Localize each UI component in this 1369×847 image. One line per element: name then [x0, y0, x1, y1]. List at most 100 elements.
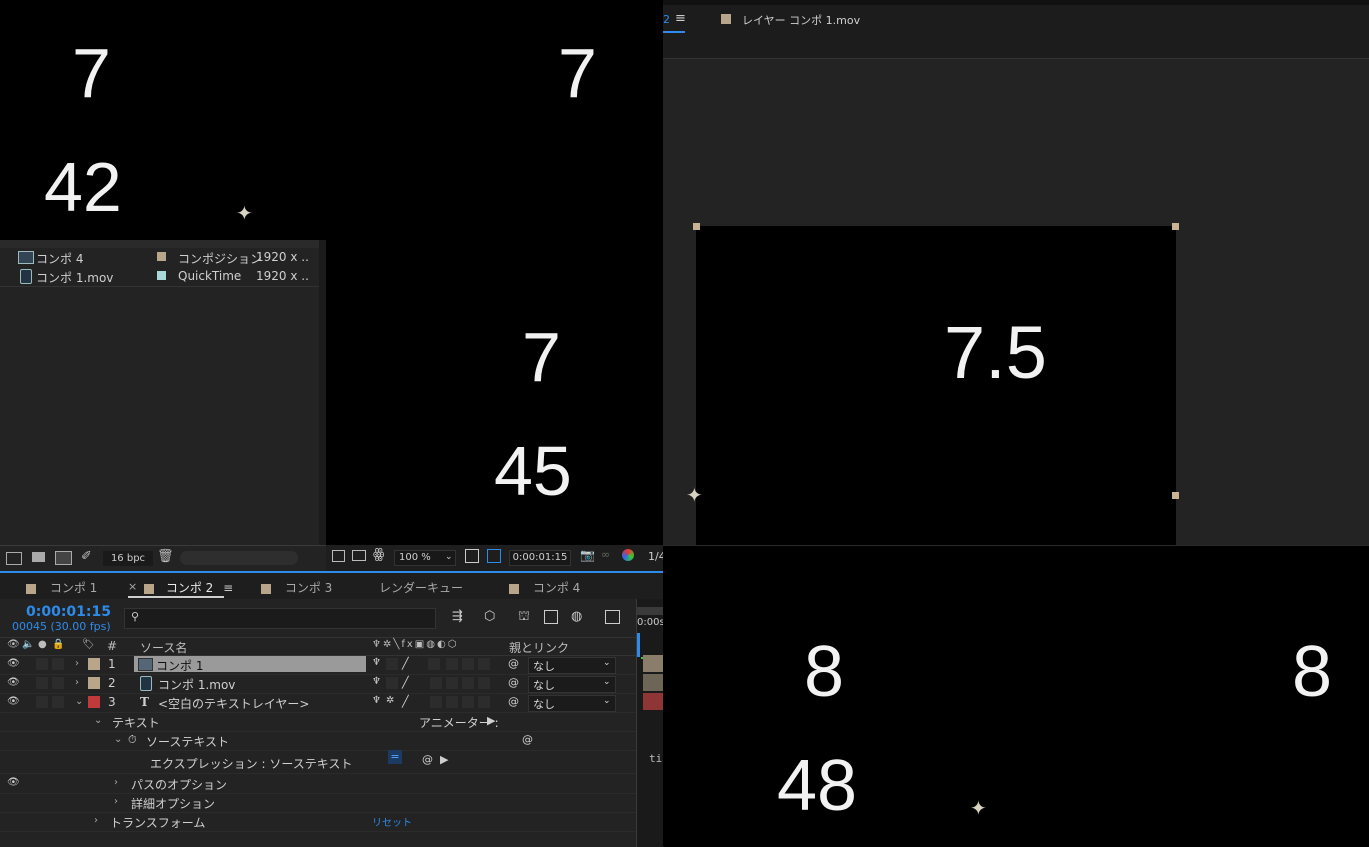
frame-blending-icon[interactable] [544, 610, 558, 624]
tab-render-queue[interactable]: レンダーキュー [379, 579, 463, 596]
play-circle-icon[interactable]: ▶ [487, 714, 495, 727]
horizontal-scrollbar[interactable] [180, 551, 298, 565]
anchor-point-icon[interactable]: ✦ [236, 203, 253, 223]
hamburger-menu-icon[interactable]: ≡ [675, 11, 686, 26]
layer-row[interactable]: 👁 › 2 コンポ 1.mov ♆ ╱ @ なし ⌄ [0, 674, 636, 694]
bit-depth-button[interactable]: 16 bpc [103, 551, 153, 566]
layer-handle-icon[interactable] [1172, 492, 1179, 499]
parent-dropdown[interactable]: なし ⌄ [528, 695, 616, 712]
label-color-swatch[interactable] [88, 658, 100, 670]
collapse-switch-icon[interactable]: ✲ [386, 695, 394, 706]
chevron-right-icon[interactable]: › [75, 658, 79, 669]
shy-switch-icon[interactable]: ♆ [372, 657, 381, 668]
tab-layer-comp-mov[interactable]: レイヤー コンポ 1.mov [742, 12, 860, 28]
label-color-swatch[interactable] [88, 696, 100, 708]
lock-icon[interactable]: 🔒 [52, 639, 64, 650]
shy-layers-icon[interactable]: ⛫ [518, 609, 530, 626]
label-color-swatch[interactable] [88, 677, 100, 689]
playhead[interactable] [637, 633, 640, 657]
quality-switch-icon[interactable]: ╱ [402, 676, 409, 689]
close-icon[interactable]: × [128, 580, 137, 593]
always-preview-icon[interactable] [332, 550, 345, 562]
layer-bar[interactable] [643, 674, 663, 691]
layer-bar[interactable] [643, 693, 663, 710]
work-area-bar[interactable] [637, 607, 663, 615]
project-item[interactable]: コンポ 4 コンポジション 1920 x .. [0, 248, 320, 267]
zoom-dropdown[interactable]: 100 % ⌄ [394, 550, 456, 566]
layer-name[interactable]: コンポ 1 [156, 657, 203, 674]
quality-switch-icon[interactable]: ╱ [402, 695, 409, 708]
brush-icon[interactable]: ✐ [81, 549, 92, 564]
color-channel-icon[interactable] [622, 549, 634, 561]
property-row-more-options[interactable]: › 詳細オプション [0, 793, 636, 813]
eye-icon[interactable]: 👁 [7, 777, 20, 788]
property-row-transform[interactable]: › トランスフォーム リセット [0, 812, 636, 832]
property-row-path-options[interactable]: 👁 › パスのオプション [0, 774, 636, 794]
eye-icon[interactable]: 👁 [7, 639, 20, 650]
new-composition-icon[interactable] [55, 551, 72, 565]
chevron-down-icon[interactable]: ⌄ [114, 734, 122, 745]
layer-row[interactable]: 👁 ⌄ 3 T <空白のテキストレイヤー> ♆ ✲ ╱ @ なし ⌄ [0, 693, 636, 713]
pickwhip-icon[interactable]: @ [508, 695, 519, 708]
hamburger-menu-icon[interactable]: ≡ [223, 581, 233, 595]
property-row-source-text[interactable]: ⌄ ⏱ ソーステキスト @ [0, 731, 636, 751]
pickwhip-icon[interactable]: @ [508, 657, 519, 670]
chevron-right-icon[interactable]: › [114, 796, 118, 807]
scrollbar[interactable] [319, 240, 326, 545]
expression-enable-icon[interactable]: = [388, 750, 402, 764]
project-item[interactable]: コンポ 1.mov QuickTime 1920 x .. [0, 267, 320, 287]
tab-fragment[interactable]: 2 [663, 13, 670, 26]
shy-switch-icon[interactable]: ♆ [372, 676, 381, 687]
eye-icon[interactable]: 👁 [7, 677, 20, 688]
tab-comp-2[interactable]: コンポ 2 ≡ [144, 579, 233, 596]
column-source-name[interactable]: ソース名 [140, 639, 187, 656]
monitor-icon[interactable] [352, 550, 366, 561]
tab-comp-4[interactable]: コンポ 4 [509, 579, 580, 596]
time-graph-area[interactable]: 0:00s ti [636, 599, 665, 847]
eye-icon[interactable]: 👁 [7, 658, 20, 669]
play-circle-icon[interactable]: ▶ [440, 753, 448, 766]
eye-icon[interactable]: 👁 [7, 696, 20, 707]
parent-dropdown[interactable]: なし ⌄ [528, 657, 616, 674]
region-of-interest-icon[interactable] [487, 549, 501, 563]
stopwatch-icon[interactable]: ⏱ [128, 733, 137, 747]
pickwhip-icon[interactable]: @ [522, 733, 533, 746]
layer-name[interactable]: <空白のテキストレイヤー> [158, 695, 309, 712]
pickwhip-icon[interactable]: @ [508, 676, 519, 689]
switches-icons[interactable]: ♆✲╲fx▣◍◐⬡ [372, 639, 458, 650]
chevron-right-icon[interactable]: › [114, 777, 118, 788]
layer-row[interactable]: 👁 › 1 コンポ 1 ♆ ╱ @ なし ⌄ [0, 655, 636, 675]
shy-switch-icon[interactable]: ♆ [372, 695, 381, 706]
chevron-down-icon[interactable]: ⌄ [94, 715, 102, 726]
new-folder-icon[interactable] [32, 552, 45, 562]
chevron-right-icon[interactable]: › [75, 677, 79, 688]
anchor-point-icon[interactable]: ✦ [970, 798, 987, 818]
link-icon[interactable]: ∞ [601, 548, 610, 561]
chevron-down-icon[interactable]: ⌄ [75, 696, 83, 707]
pickwhip-icon[interactable]: @ [422, 753, 433, 766]
anchor-point-icon[interactable]: ✦ [686, 485, 703, 505]
tab-comp-1[interactable]: コンポ 1 [26, 579, 97, 596]
motion-blur-icon[interactable]: ◍ [571, 609, 582, 624]
reset-link[interactable]: リセット [372, 814, 412, 829]
layer-handle-icon[interactable] [1172, 223, 1179, 230]
audio-icon[interactable]: 🔈 [22, 639, 34, 650]
parent-dropdown[interactable]: なし ⌄ [528, 676, 616, 693]
property-row-expression[interactable]: エクスプレッション : ソーステキスト = @ ▶ [0, 750, 636, 774]
draft-3d-icon[interactable]: ⬡ [484, 609, 495, 624]
column-parent-link[interactable]: 親とリンク [509, 639, 569, 656]
layer-handle-icon[interactable] [693, 223, 700, 230]
graph-editor-icon[interactable] [605, 610, 620, 624]
chevron-right-icon[interactable]: › [94, 815, 98, 826]
current-time-display[interactable]: 0:00:01:15 [509, 550, 571, 566]
search-input[interactable]: ⚲ [124, 608, 436, 629]
layer-name[interactable]: コンポ 1.mov [158, 676, 235, 693]
interpret-footage-icon[interactable] [6, 552, 22, 565]
safe-margins-icon[interactable] [465, 549, 479, 563]
label-tag-icon[interactable]: 🏷 [82, 639, 95, 650]
current-timecode[interactable]: 0:00:01:15 [26, 604, 111, 620]
tab-comp-3[interactable]: コンポ 3 [261, 579, 332, 596]
camera-icon[interactable]: 📷 [580, 548, 595, 562]
comp-flowchart-icon[interactable]: ⇶ [452, 609, 463, 624]
layer-bar[interactable] [643, 655, 663, 672]
